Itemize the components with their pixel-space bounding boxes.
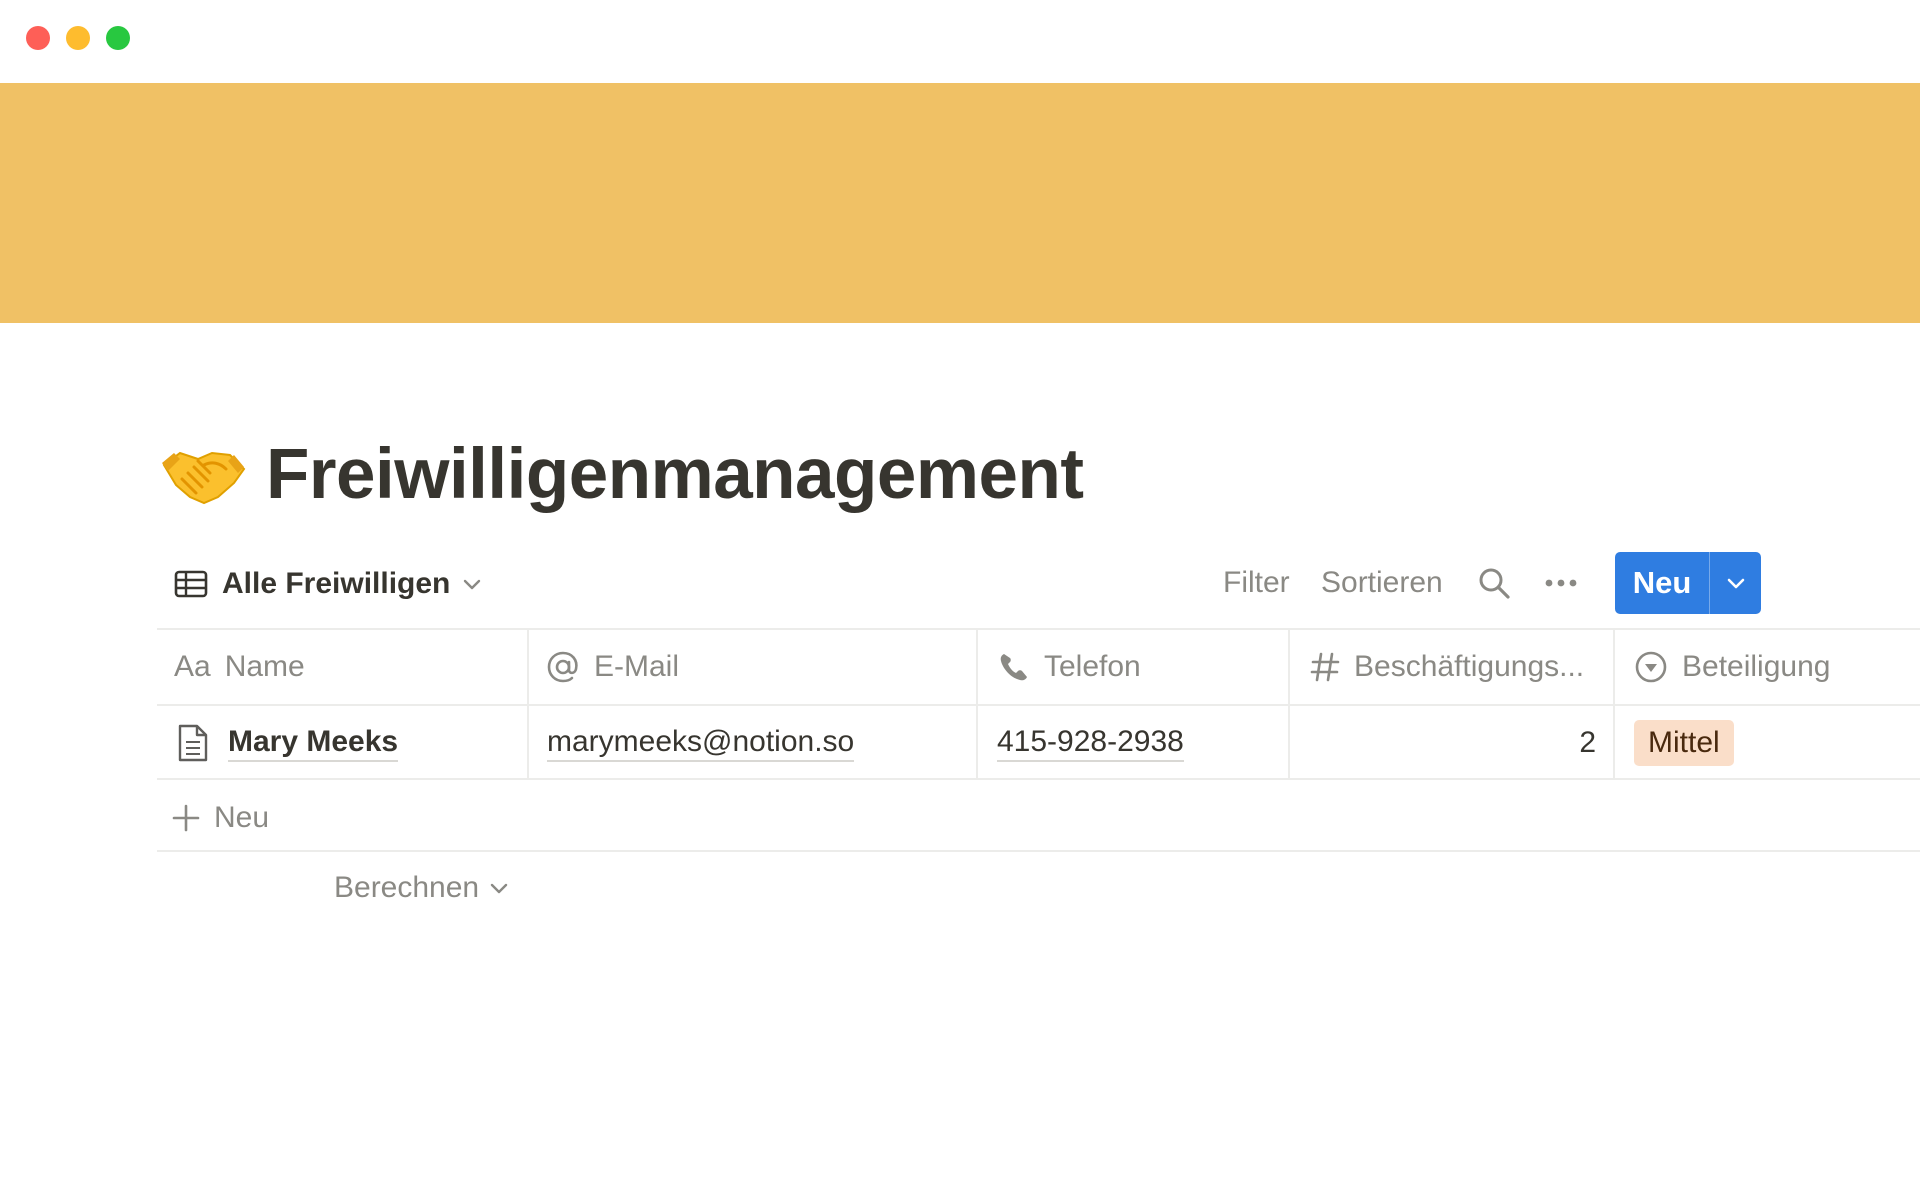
table-row-name-cell[interactable]: Mary Meeks — [176, 706, 399, 780]
calculate-dropdown[interactable]: Berechnen — [334, 862, 509, 914]
table-row-engagement-cell[interactable]: Mittel — [1634, 706, 1734, 780]
add-row-label: Neu — [214, 801, 270, 834]
row-count: 2 — [1579, 726, 1596, 759]
view-label: Alle Freiwilligen — [222, 567, 451, 600]
add-row-button[interactable]: Neu — [172, 790, 269, 846]
view-selector[interactable]: Alle Freiwilligen — [174, 562, 482, 606]
column-header-label: Beschäftigungs... — [1354, 650, 1585, 683]
phone-icon — [998, 651, 1030, 683]
column-header-label: E-Mail — [594, 650, 680, 683]
column-divider — [1613, 628, 1615, 780]
column-header-email[interactable]: E-Mail — [546, 628, 679, 706]
select-icon — [1634, 650, 1668, 684]
column-header-engagement[interactable]: Beteiligung — [1634, 628, 1830, 706]
window-titlebar — [0, 0, 1920, 83]
chevron-down-icon — [490, 883, 508, 894]
zoom-window-button[interactable] — [106, 26, 130, 50]
minimize-window-button[interactable] — [66, 26, 90, 50]
at-icon — [546, 650, 580, 684]
column-header-label: Beteiligung — [1682, 650, 1831, 683]
column-divider — [976, 628, 978, 780]
close-window-button[interactable] — [26, 26, 50, 50]
page-icon — [178, 724, 208, 762]
row-phone[interactable]: 415-928-2938 — [997, 724, 1184, 762]
page-header: Freiwilligenmanagement — [160, 428, 1084, 520]
search-icon[interactable] — [1477, 566, 1511, 600]
text-property-icon: Aa — [174, 650, 211, 683]
page-cover[interactable] — [0, 83, 1920, 323]
table-row-phone-cell[interactable]: 415-928-2938 — [997, 706, 1184, 780]
engagement-tag: Mittel — [1634, 720, 1734, 766]
new-template-dropdown[interactable] — [1710, 552, 1761, 614]
table-row-count-cell[interactable]: 2 — [1290, 706, 1596, 780]
add-row-bottom-border — [157, 850, 1920, 852]
new-button-group: Neu — [1615, 552, 1761, 614]
calculate-label: Berechnen — [334, 871, 480, 904]
more-icon[interactable] — [1544, 576, 1578, 590]
handshake-icon[interactable] — [160, 439, 246, 509]
row-name[interactable]: Mary Meeks — [228, 724, 399, 762]
table-icon — [174, 570, 208, 598]
chevron-down-icon — [464, 579, 481, 590]
table-row-email-cell[interactable]: marymeeks@notion.so — [547, 706, 855, 780]
column-divider — [527, 628, 529, 780]
column-header-count[interactable]: Beschäftigungs... — [1310, 628, 1584, 706]
column-header-label: Telefon — [1044, 650, 1141, 683]
filter-button[interactable]: Filter — [1223, 566, 1290, 600]
new-button[interactable]: Neu — [1615, 552, 1709, 614]
number-icon — [1310, 651, 1340, 683]
page-title[interactable]: Freiwilligenmanagement — [266, 434, 1084, 515]
sort-button[interactable]: Sortieren — [1321, 566, 1443, 600]
column-header-name[interactable]: Aa Name — [174, 628, 305, 706]
column-header-phone[interactable]: Telefon — [998, 628, 1141, 706]
plus-icon — [172, 804, 200, 832]
chevron-down-icon — [1727, 578, 1744, 589]
row-email[interactable]: marymeeks@notion.so — [547, 724, 855, 762]
column-header-label: Name — [224, 650, 305, 683]
